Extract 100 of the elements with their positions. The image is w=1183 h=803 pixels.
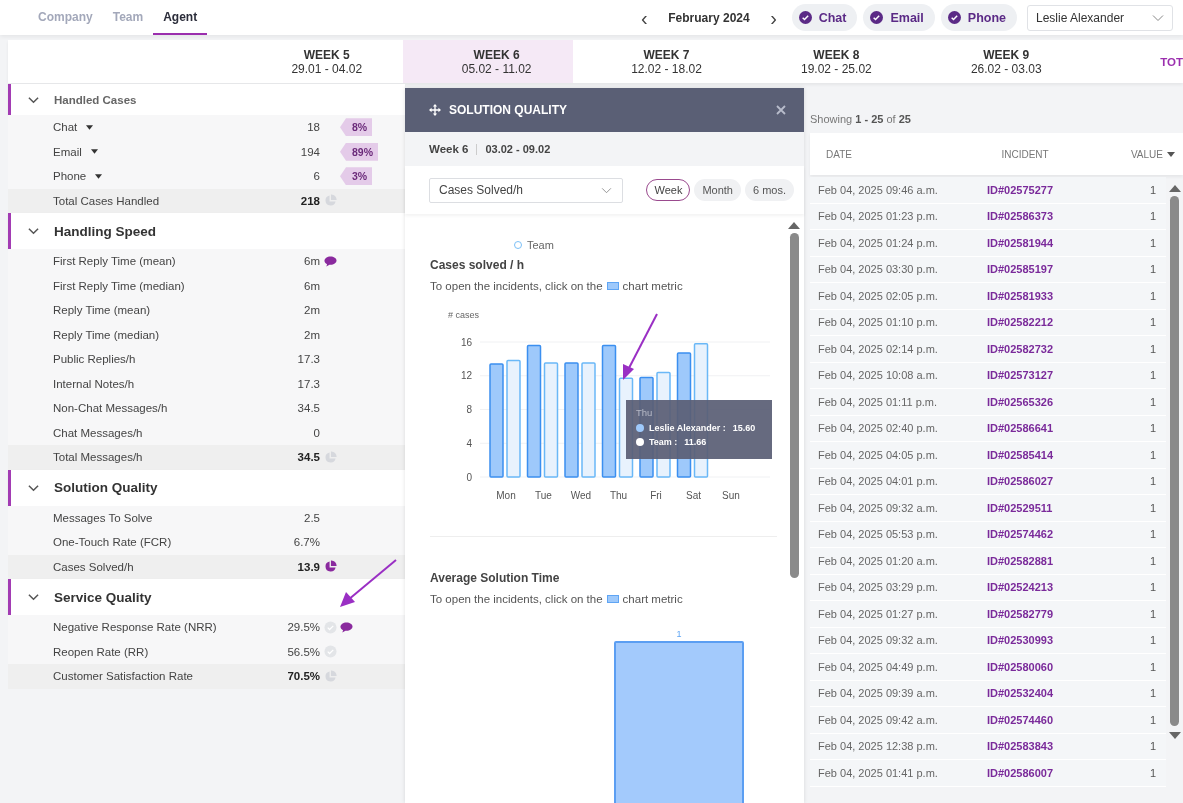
tooltip-value: 15.60 — [732, 423, 756, 433]
metric-value: 2.5 — [304, 511, 320, 524]
chart-title: Cases solved / h — [430, 258, 526, 272]
metric-label: Non-Chat Messages/h — [53, 402, 168, 415]
metric-value: 6 — [313, 170, 320, 183]
category-label: Mon — [496, 490, 516, 501]
axis-label: # cases — [448, 310, 480, 320]
value-cell-text: 1 — [1148, 634, 1157, 647]
value-cell-text: 1 — [1148, 554, 1157, 567]
metric-value: 2m — [304, 304, 320, 317]
metric-value: 29.5% — [287, 621, 320, 634]
metric-label: First Reply Time (mean) — [53, 255, 176, 268]
tick-label: 12 — [460, 370, 472, 382]
metric-label: Total Cases Handled — [53, 194, 160, 207]
value-cell-text: 1 — [1148, 713, 1157, 726]
metric-label: Phone — [53, 170, 87, 183]
value-cell-text: 1 — [1148, 183, 1157, 196]
metric-value: 194 — [300, 145, 320, 158]
metric-value: 17.3 — [297, 353, 320, 366]
hint-text: chart metric — [622, 593, 683, 605]
value-cell-text: 1 — [1148, 475, 1157, 488]
share-tag: 8% — [340, 118, 373, 137]
metric-label: Public Replies/h — [53, 353, 136, 366]
metric-value: 13.9 — [297, 560, 320, 573]
metric-value: 56.5% — [287, 645, 320, 658]
period-label: February 2024 — [667, 10, 751, 25]
date-cell-text: Feb 04, 2025 09:39 a.m. — [817, 687, 939, 700]
date-cell-text: Feb 04, 2025 10:08 a.m. — [817, 369, 939, 382]
metric-label: Messages To Solve — [53, 511, 153, 524]
date-cell-text: Feb 04, 2025 01:24 p.m. — [817, 236, 939, 249]
metric-label: Internal Notes/h — [53, 377, 135, 390]
value-cell-text: 1 — [1148, 448, 1157, 461]
date-cell-text: Feb 04, 2025 01:11 p.m. — [817, 395, 939, 408]
metric-label: Reopen Rate (RR) — [53, 645, 149, 658]
value-cell-text: 1 — [1148, 263, 1157, 276]
week-label: Week 6 — [429, 143, 469, 155]
metric-label: One-Touch Rate (FCR) — [53, 536, 172, 549]
date-cell-text: Feb 04, 2025 03:29 p.m. — [817, 581, 939, 594]
tick-label: 0 — [466, 471, 472, 483]
date-cell-text: Feb 04, 2025 03:30 p.m. — [817, 263, 939, 276]
value-cell-text: 1 — [1148, 581, 1157, 594]
date-cell-text: Feb 04, 2025 09:32 a.m. — [817, 501, 939, 514]
value-cell-text: 1 — [1148, 660, 1157, 673]
tick-label: 8 — [466, 404, 472, 415]
tick-label: 4 — [466, 437, 472, 449]
metric-value: 17.3 — [297, 377, 320, 390]
metric-value: 2m — [304, 328, 320, 341]
date-cell-text: Feb 04, 2025 02:14 p.m. — [817, 342, 939, 355]
value-cell-text: 1 — [1148, 740, 1157, 753]
date-cell-text: Feb 04, 2025 02:05 p.m. — [817, 289, 939, 302]
date-cell-text: Feb 04, 2025 02:40 p.m. — [817, 422, 939, 435]
date-cell-text: Feb 04, 2025 04:49 p.m. — [817, 660, 939, 673]
chart-title: Average Solution Time — [430, 571, 561, 585]
value-cell-text: 1 — [1148, 342, 1157, 355]
date-cell-text: Feb 04, 2025 01:23 p.m. — [817, 210, 939, 223]
metric-value: 18 — [307, 121, 320, 134]
bar-value-label: 1 — [675, 629, 683, 639]
metric-label: Customer Satisfaction Rate — [53, 670, 193, 683]
metric-value: 34.5 — [297, 402, 320, 415]
date-cell-text: Feb 04, 2025 09:42 a.m. — [817, 713, 939, 726]
date-cell-text: Feb 04, 2025 04:05 p.m. — [817, 448, 939, 461]
value-cell-text: 1 — [1148, 210, 1157, 223]
date-cell-text: Feb 04, 2025 01:41 p.m. — [817, 766, 939, 779]
category-label: Sun — [722, 490, 740, 501]
date-cell-text: Feb 04, 2025 01:27 p.m. — [817, 607, 939, 620]
metric-value: 34.5 — [297, 451, 320, 464]
value-cell-text: 1 — [1148, 316, 1157, 329]
value-cell-text: 1 — [1148, 687, 1157, 700]
tooltip-label: Leslie Alexander : — [649, 423, 726, 433]
share-tag: 89% — [340, 142, 378, 161]
total-column-header: TOT — [1160, 55, 1183, 68]
hint-text: chart metric — [622, 280, 683, 292]
category-label: Tue — [535, 490, 552, 501]
tick-label: 16 — [460, 336, 472, 348]
metric-value: 6m — [304, 255, 320, 268]
metric-label: First Reply Time (median) — [53, 279, 185, 292]
metric-label: Chat Messages/h — [53, 426, 143, 439]
date-cell-text: Feb 04, 2025 09:32 a.m. — [817, 634, 939, 647]
category-label: Wed — [570, 490, 592, 501]
tooltip-value: 11.66 — [684, 437, 707, 447]
metric-label: Reply Time (median) — [53, 328, 160, 341]
metric-label: Cases Solved/h — [53, 560, 134, 573]
value-cell-text: 1 — [1148, 501, 1157, 514]
tooltip-label: Team : — [649, 437, 678, 447]
metric-label: Total Messages/h — [53, 451, 143, 464]
value-cell-text: 1 — [1148, 395, 1157, 408]
date-cell-text: Feb 04, 2025 09:46 a.m. — [817, 183, 939, 196]
results-count: Showing 1 - 25 of 25 — [810, 113, 912, 127]
metric-value: 70.5% — [287, 670, 320, 683]
category-label: Fri — [650, 490, 662, 501]
metric-label: Email — [53, 145, 82, 158]
date-cell-text: Feb 04, 2025 04:01 p.m. — [817, 475, 939, 488]
metric-value: 218 — [300, 194, 320, 207]
hint-text: To open the incidents, click on the — [430, 593, 603, 605]
tooltip-title: Thu — [636, 407, 653, 418]
value-cell-text: 1 — [1148, 289, 1157, 302]
date-cell-text: Feb 04, 2025 05:53 p.m. — [817, 528, 939, 541]
metric-label: Reply Time (mean) — [53, 304, 151, 317]
date-cell-text: Feb 04, 2025 01:10 p.m. — [817, 316, 939, 329]
value-cell-text: 1 — [1148, 528, 1157, 541]
